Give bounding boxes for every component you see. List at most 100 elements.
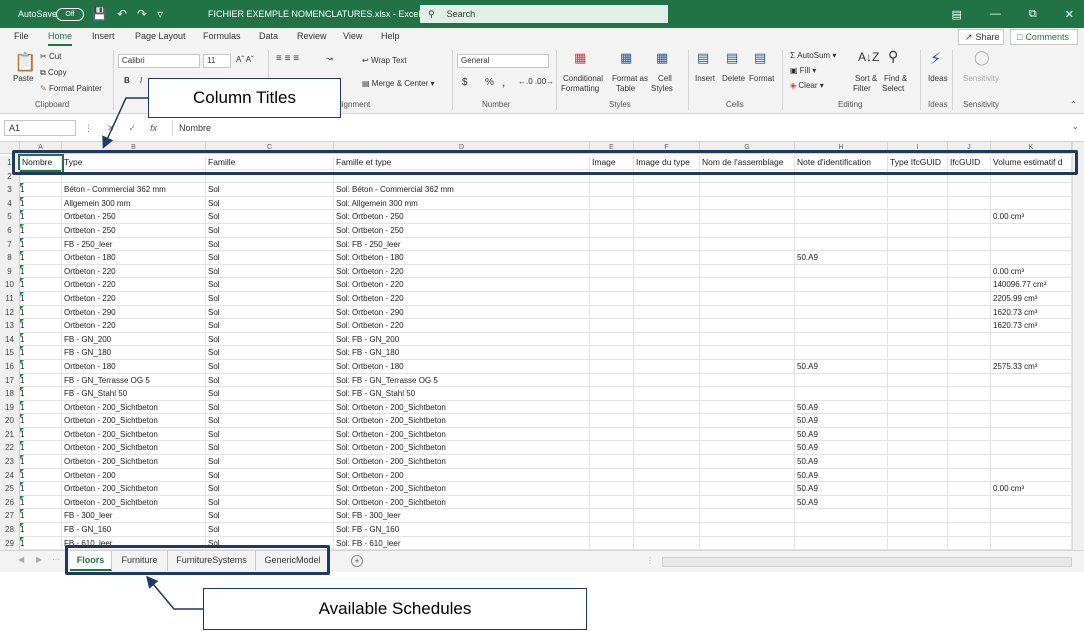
grid-cell[interactable] bbox=[634, 305, 700, 320]
grid-cell[interactable]: Allgemein 300 mm bbox=[62, 196, 206, 211]
grid-cell[interactable]: Sol: Ortbeton - 180 bbox=[334, 359, 590, 374]
ideas-icon[interactable]: ⚡ bbox=[930, 49, 941, 69]
grid-cell[interactable] bbox=[590, 305, 634, 320]
font-size-combo[interactable]: 11 bbox=[203, 54, 231, 68]
grid-cell[interactable] bbox=[700, 455, 795, 469]
grid-cell[interactable]: Sol: Ortbeton - 200 bbox=[334, 468, 590, 483]
ribbon-display-icon[interactable]: ▤ bbox=[952, 8, 962, 21]
grid-cell[interactable] bbox=[634, 346, 700, 360]
grid-cell[interactable] bbox=[888, 523, 948, 537]
row-number[interactable]: 17 bbox=[0, 373, 20, 388]
row-number[interactable]: 6 bbox=[0, 223, 20, 238]
grid-cell[interactable]: FB - GN_Stahl 50 bbox=[62, 387, 206, 401]
grid-cell[interactable] bbox=[888, 536, 948, 550]
row-number[interactable]: 10 bbox=[0, 278, 20, 292]
row-number[interactable]: 14 bbox=[0, 332, 20, 347]
grid-cell[interactable]: Sol bbox=[206, 468, 334, 483]
grid-cell[interactable] bbox=[991, 495, 1072, 510]
tab-data[interactable]: Data bbox=[259, 28, 278, 46]
comma-button[interactable]: , bbox=[502, 75, 505, 89]
grid-cell[interactable]: Sol: Béton - Commercial 362 mm bbox=[334, 183, 590, 197]
grid-cell[interactable] bbox=[888, 441, 948, 456]
grid-cell[interactable] bbox=[634, 482, 700, 496]
grid-cell[interactable] bbox=[948, 359, 991, 374]
grid-cell[interactable] bbox=[948, 400, 991, 415]
grid-cell[interactable]: Sol bbox=[206, 414, 334, 428]
grid-cell[interactable] bbox=[948, 482, 991, 496]
grid-cell[interactable]: 1 bbox=[20, 400, 62, 415]
row-number[interactable]: 22 bbox=[0, 441, 20, 456]
cell-styles-label[interactable]: Cell bbox=[658, 74, 672, 83]
grid-cell[interactable]: 1 bbox=[20, 237, 62, 252]
sort-filter-label[interactable]: Sort & bbox=[855, 74, 877, 83]
grid-cell[interactable]: Sol: Allgemein 300 mm bbox=[334, 196, 590, 211]
grid-cell[interactable]: Sol: Ortbeton - 220 bbox=[334, 291, 590, 306]
enter-icon[interactable]: ✓ bbox=[129, 123, 137, 134]
grid-cell[interactable]: Ortbeton - 220 bbox=[62, 291, 206, 306]
grid-cell[interactable] bbox=[991, 427, 1072, 442]
sort-filter-icon[interactable]: A↓Z bbox=[858, 50, 879, 64]
grid-cell[interactable] bbox=[888, 237, 948, 252]
close-icon[interactable]: ✕ bbox=[1065, 8, 1074, 21]
row-number[interactable]: 18 bbox=[0, 387, 20, 401]
grid-cell[interactable]: Sol bbox=[206, 264, 334, 279]
grid-cell[interactable] bbox=[590, 468, 634, 483]
grid-cell[interactable]: Ortbeton - 200_Sichtbeton bbox=[62, 414, 206, 428]
grid-cell[interactable] bbox=[991, 468, 1072, 483]
grid-cell[interactable] bbox=[634, 387, 700, 401]
grid-cell[interactable]: Ortbeton - 290 bbox=[62, 305, 206, 320]
merge-center-button[interactable]: ▤ Merge & Center ▾ bbox=[362, 79, 435, 88]
font-name-combo[interactable]: Calibri bbox=[118, 54, 200, 68]
row-number[interactable]: 15 bbox=[0, 346, 20, 360]
grid-cell[interactable] bbox=[888, 400, 948, 415]
row-number[interactable]: 7 bbox=[0, 237, 20, 252]
grid-cell[interactable]: FB - GN_180 bbox=[62, 346, 206, 360]
grid-cell[interactable] bbox=[795, 346, 888, 360]
insert-cells-icon[interactable]: ▤ bbox=[697, 50, 709, 66]
search-box[interactable]: ⚲ Search bbox=[420, 5, 668, 23]
grid-cell[interactable]: Sol: Ortbeton - 220 bbox=[334, 319, 590, 333]
grid-cell[interactable] bbox=[700, 251, 795, 265]
grid-cell[interactable]: Sol bbox=[206, 251, 334, 265]
next-sheet-icon[interactable]: ▶ bbox=[36, 555, 42, 564]
grid-cell[interactable] bbox=[795, 387, 888, 401]
grid-cell[interactable] bbox=[948, 441, 991, 456]
grid-cell[interactable]: Ortbeton - 180 bbox=[62, 251, 206, 265]
grid-cell[interactable]: Sol bbox=[206, 495, 334, 510]
grid-cell[interactable] bbox=[888, 210, 948, 224]
paste-icon[interactable]: 📋 bbox=[14, 52, 36, 73]
format-as-table-label[interactable]: Format as bbox=[612, 74, 648, 83]
grid-cell[interactable] bbox=[634, 196, 700, 211]
grid-cell[interactable]: 1 bbox=[20, 387, 62, 401]
grid-cell[interactable]: Sol bbox=[206, 332, 334, 347]
grid-cell[interactable]: 1 bbox=[20, 455, 62, 469]
grid-cell[interactable] bbox=[590, 482, 634, 496]
grid-cell[interactable]: Sol bbox=[206, 291, 334, 306]
grid-cell[interactable]: Ortbeton - 220 bbox=[62, 278, 206, 292]
grid-cell[interactable] bbox=[948, 387, 991, 401]
grid-cell[interactable] bbox=[590, 441, 634, 456]
grid-cell[interactable] bbox=[888, 414, 948, 428]
cell-styles-label-2[interactable]: Styles bbox=[651, 84, 673, 93]
grid-cell[interactable] bbox=[590, 427, 634, 442]
grid-cell[interactable]: Ortbeton - 250 bbox=[62, 210, 206, 224]
grid-cell[interactable] bbox=[590, 291, 634, 306]
format-as-table-label-2[interactable]: Table bbox=[616, 84, 635, 93]
grid-cell[interactable]: Sol bbox=[206, 509, 334, 524]
row-number[interactable]: 19 bbox=[0, 400, 20, 415]
grid-cell[interactable]: 1 bbox=[20, 482, 62, 496]
grid-cell[interactable] bbox=[590, 264, 634, 279]
format-painter-button[interactable]: ✎ Format Painter bbox=[40, 84, 102, 93]
grid-cell[interactable] bbox=[948, 427, 991, 442]
grid-cell[interactable] bbox=[795, 210, 888, 224]
grid-cell[interactable]: Sol: FB - 610_leer bbox=[334, 536, 590, 550]
grid-cell[interactable]: Sol bbox=[206, 441, 334, 456]
grid-cell[interactable] bbox=[795, 264, 888, 279]
grid-cell[interactable]: 1 bbox=[20, 264, 62, 279]
grid-cell[interactable] bbox=[795, 319, 888, 333]
grid-cell[interactable]: Sol: Ortbeton - 200_Sichtbeton bbox=[334, 400, 590, 415]
find-select-label-2[interactable]: Select bbox=[882, 84, 904, 93]
grid-cell[interactable] bbox=[634, 414, 700, 428]
grid-cell[interactable]: 1 bbox=[20, 495, 62, 510]
grid-cell[interactable] bbox=[991, 523, 1072, 537]
